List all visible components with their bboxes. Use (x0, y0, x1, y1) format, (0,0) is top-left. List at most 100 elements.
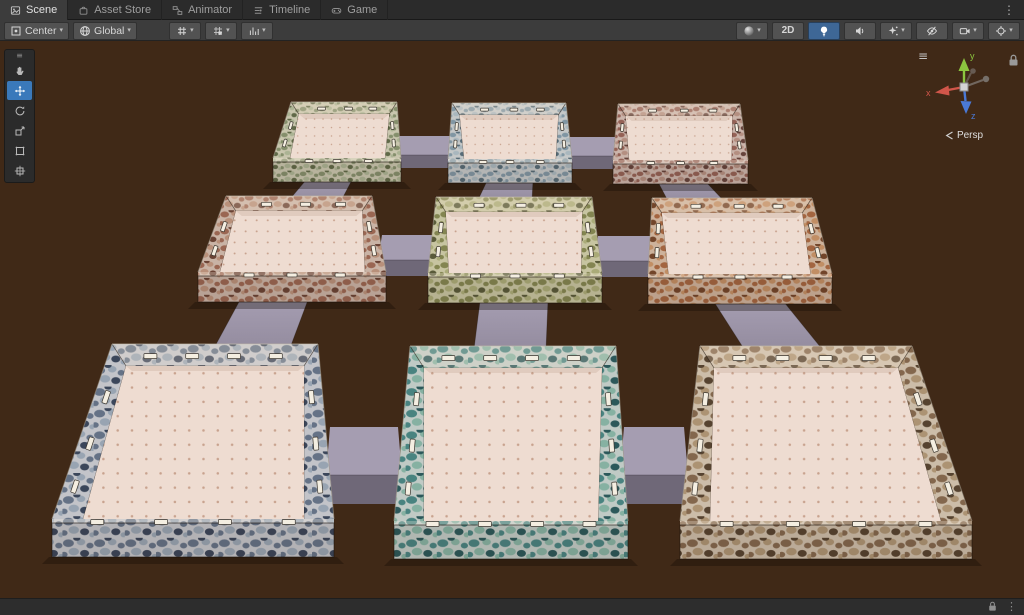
palette-grip-icon[interactable]: ≡ (6, 51, 33, 60)
chevron-down-icon: ▾ (757, 26, 761, 34)
scene-audio-button[interactable] (844, 21, 876, 40)
tab-label: Scene (26, 4, 58, 16)
grid-snap-icon (212, 25, 224, 37)
status-menu-icon[interactable]: ⋮ (1006, 600, 1017, 613)
tab-label: Timeline (269, 4, 311, 16)
pivot-mode-button[interactable]: Center ▾ (4, 21, 70, 40)
effects-button[interactable]: ▾ (880, 21, 912, 40)
tab-strip: Scene Asset Store Animator Timeline Game (0, 0, 389, 20)
scale-tool-button[interactable] (7, 121, 32, 140)
scene-lighting-button[interactable] (808, 21, 840, 40)
crosshair-icon (995, 25, 1007, 37)
rotate-icon (14, 105, 26, 117)
timeline-icon (253, 5, 264, 16)
scene-canvas[interactable] (0, 41, 1024, 598)
orientation-mode-button[interactable]: Global ▾ (73, 21, 137, 40)
window-menu-icon[interactable]: ⋮ (994, 0, 1024, 20)
grid-snap-button[interactable]: ▾ (204, 21, 237, 40)
chevron-down-icon: ▾ (973, 26, 977, 34)
transform-tool-button[interactable] (7, 161, 32, 180)
2d-view-label: 2D (781, 25, 795, 36)
camera-icon (959, 25, 971, 37)
scale-icon (14, 125, 26, 137)
snap-bars-icon (248, 25, 260, 37)
room-7[interactable] (42, 342, 344, 564)
room-1[interactable] (263, 100, 411, 189)
y-axis-label: y (970, 51, 975, 61)
chevron-down-icon: ▾ (190, 26, 194, 34)
rect-icon (14, 145, 26, 157)
dungeon-scene[interactable] (42, 100, 982, 566)
chevron-down-icon: ▾ (127, 26, 131, 34)
transform-icon (14, 165, 26, 177)
view-tool-button[interactable] (7, 61, 32, 80)
speaker-icon (854, 25, 866, 37)
orientation-mode-label: Global (94, 24, 125, 37)
orientation-gizmo-axes[interactable]: y x z (920, 47, 1008, 129)
shading-mode-button[interactable]: ▾ (736, 21, 768, 40)
gizmos-button[interactable]: ▾ (988, 21, 1020, 40)
move-icon (14, 85, 26, 97)
room-6[interactable] (638, 196, 842, 311)
scene-icon (10, 5, 21, 16)
z-axis-label: z (971, 111, 976, 121)
tool-palette: ≡ (4, 49, 35, 183)
tools-container (6, 60, 33, 181)
chevron-down-icon: ▾ (901, 26, 905, 34)
eye-hidden-icon (926, 25, 938, 37)
tab-timeline[interactable]: Timeline (243, 0, 322, 20)
animator-icon (172, 5, 183, 16)
scene-viewport[interactable]: ≡ ≡ y x z Persp (0, 41, 1024, 598)
asset-store-icon (78, 5, 89, 16)
chevron-down-icon: ▾ (262, 26, 266, 34)
snap-button-group: ▾ ▾ ▾ (168, 21, 273, 40)
pivot-mode-label: Center (25, 24, 57, 37)
chevron-down-icon: ▾ (59, 26, 64, 34)
grid-visibility-button[interactable]: ▾ (168, 21, 201, 40)
2d-view-button[interactable]: 2D (772, 21, 804, 40)
pivot-icon (10, 25, 22, 37)
room-2[interactable] (438, 101, 582, 190)
tab-label: Animator (188, 4, 233, 16)
y-axis-cone[interactable] (958, 58, 970, 71)
room-9[interactable] (670, 344, 982, 566)
scene-visibility-button[interactable] (916, 21, 948, 40)
projection-label: Persp (956, 130, 984, 141)
x-axis-label: x (926, 88, 931, 98)
room-3[interactable] (603, 102, 758, 191)
lock-icon[interactable] (988, 601, 997, 612)
snap-increment-button[interactable]: ▾ (240, 21, 273, 40)
neg-x-knob[interactable] (982, 75, 990, 83)
z-axis-cone[interactable] (960, 101, 972, 114)
hand-icon (14, 65, 26, 77)
tab-bar: Scene Asset Store Animator Timeline Game ⋮ (0, 0, 1024, 20)
tab-animator[interactable]: Animator (162, 0, 244, 20)
grid-icon (176, 25, 188, 37)
tab-asset-store[interactable]: Asset Store (68, 0, 163, 20)
projection-toggle[interactable]: Persp (920, 130, 1008, 141)
tab-game[interactable]: Game (321, 0, 389, 20)
tab-scene[interactable]: Scene (0, 0, 69, 20)
game-icon (331, 5, 342, 16)
camera-view-button[interactable]: ▾ (952, 21, 984, 40)
chevron-down-icon: ▾ (226, 26, 230, 34)
scene-toolbar: Center ▾ Global ▾ ▾ ▾ ▾ ▾ 2D ▾ ▾ ▾ (0, 20, 1024, 41)
room-5[interactable] (418, 195, 612, 310)
room-4[interactable] (188, 195, 396, 309)
rotate-tool-button[interactable] (7, 101, 32, 120)
move-tool-button[interactable] (7, 81, 32, 100)
chevron-down-icon: ▾ (1009, 26, 1013, 34)
status-bar: ⋮ (0, 598, 1024, 615)
neg-z-knob[interactable] (970, 68, 976, 74)
orientation-gizmo[interactable]: y x z Persp (920, 47, 1008, 141)
effects-icon (887, 25, 899, 37)
lock-icon[interactable] (1008, 54, 1019, 72)
gizmo-center-cube[interactable] (959, 82, 969, 92)
room-8[interactable] (384, 344, 638, 566)
tab-label: Asset Store (94, 4, 152, 16)
perspective-icon (945, 131, 954, 140)
tab-label: Game (347, 4, 378, 16)
x-axis-cone[interactable] (935, 85, 950, 96)
rect-tool-button[interactable] (7, 141, 32, 160)
light-bulb-icon (818, 25, 830, 37)
